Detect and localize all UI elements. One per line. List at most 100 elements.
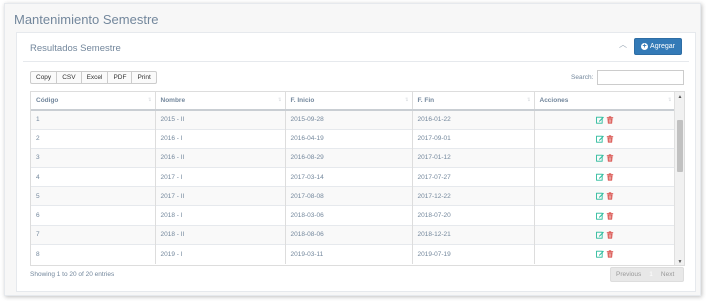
cell-inicio: 2019-03-11 <box>285 243 413 264</box>
table-info: Showing 1 to 20 of 20 entries <box>30 271 115 278</box>
column-header-label: F. Inicio <box>290 97 315 104</box>
edit-icon[interactable] <box>595 154 604 162</box>
cell-codigo: 3 <box>31 147 156 168</box>
edit-icon[interactable] <box>595 231 604 239</box>
column-header-nombre[interactable]: Nombre ↑↓ <box>155 92 286 111</box>
results-panel: Resultados Semestre ︿ + Agregar Copy CSV… <box>16 32 696 292</box>
scroll-down-arrow-icon[interactable]: ▼ <box>675 257 684 265</box>
cell-codigo: 8 <box>31 243 156 264</box>
cell-inicio: 2016-04-19 <box>285 128 413 149</box>
trash-icon[interactable] <box>606 116 614 124</box>
cell-codigo: 2 <box>31 128 156 149</box>
column-header-fin[interactable]: F. Fin ↑↓ <box>412 92 535 111</box>
trash-icon[interactable] <box>606 192 614 201</box>
table-row: 6 2018 - I 2018-03-06 2018-07-20 <box>31 205 676 226</box>
table-header-row: Código ↑↓ Nombre ↑↓ F. Inicio ↑↓ F. Fin ↑↓ A… <box>31 92 676 111</box>
edit-icon[interactable] <box>595 116 604 124</box>
vertical-scrollbar[interactable]: ▲ ▼ <box>674 92 684 265</box>
cell-codigo: 7 <box>31 224 156 245</box>
cell-nombre: 2015 - II <box>155 109 286 130</box>
cell-inicio: 2017-03-14 <box>285 167 413 187</box>
cell-inicio: 2016-08-29 <box>285 147 413 168</box>
cell-fin: 2016-01-22 <box>412 109 535 130</box>
csv-button[interactable]: CSV <box>56 71 82 84</box>
cell-fin: 2017-07-27 <box>412 167 535 187</box>
edit-icon[interactable] <box>595 212 604 220</box>
edit-icon[interactable] <box>595 135 604 143</box>
table-row: 1 2015 - II 2015-09-28 2016-01-22 <box>31 109 676 130</box>
sort-icon: ↑↓ <box>147 97 152 103</box>
search-label: Search: <box>571 74 594 81</box>
column-header-label: Código <box>36 97 59 104</box>
cell-inicio: 2018-08-06 <box>285 224 413 245</box>
cell-acciones <box>534 147 676 168</box>
cell-nombre: 2017 - II <box>155 186 286 206</box>
trash-icon[interactable] <box>606 173 614 181</box>
table-row: 7 2018 - II 2018-08-06 2018-12-21 <box>31 224 676 245</box>
sort-icon: ↑↓ <box>277 97 282 103</box>
cell-acciones <box>534 224 676 245</box>
edit-icon[interactable] <box>595 173 604 181</box>
column-header-label: Acciones <box>539 97 569 104</box>
trash-icon[interactable] <box>606 211 614 220</box>
cell-fin: 2018-07-20 <box>412 205 535 226</box>
cell-fin: 2018-12-21 <box>412 224 535 245</box>
search-input[interactable] <box>597 70 684 85</box>
cell-inicio: 2018-03-06 <box>285 205 413 226</box>
sort-icon: ↑↓ <box>526 97 531 103</box>
trash-icon[interactable] <box>606 250 614 258</box>
cell-fin: 2017-09-01 <box>412 128 535 149</box>
table-row: 8 2019 - I 2019-03-11 2019-07-19 <box>31 243 676 264</box>
edit-icon[interactable] <box>595 250 604 258</box>
add-button-label: Agregar <box>650 43 675 50</box>
trash-icon[interactable] <box>606 154 614 162</box>
add-button[interactable]: + Agregar <box>634 38 682 55</box>
next-button[interactable]: Next <box>656 268 679 281</box>
cell-codigo: 5 <box>31 186 156 206</box>
scroll-thumb[interactable] <box>677 120 683 172</box>
page-title: Mantenimiento Semestre <box>14 12 159 27</box>
cell-fin: 2017-01-12 <box>412 147 535 168</box>
table-row: 2 2016 - I 2016-04-19 2017-09-01 <box>31 128 676 149</box>
cell-acciones <box>534 128 676 149</box>
cell-acciones <box>534 167 676 187</box>
cell-acciones <box>534 205 676 226</box>
export-buttons: Copy CSV Excel PDF Print <box>30 71 157 84</box>
cell-inicio: 2015-09-28 <box>285 109 413 130</box>
column-header-inicio[interactable]: F. Inicio ↑↓ <box>285 92 413 111</box>
cell-nombre: 2018 - I <box>155 205 286 226</box>
cell-acciones <box>534 186 676 206</box>
copy-button[interactable]: Copy <box>30 71 58 84</box>
pdf-button[interactable]: PDF <box>107 71 133 84</box>
cell-nombre: 2018 - II <box>155 224 286 245</box>
cell-nombre: 2017 - I <box>155 167 286 187</box>
page-frame: Mantenimiento Semestre Resultados Semest… <box>4 3 701 296</box>
cell-inicio: 2017-08-08 <box>285 186 413 206</box>
edit-icon[interactable] <box>595 192 604 200</box>
trash-icon[interactable] <box>606 231 614 239</box>
print-button[interactable]: Print <box>131 71 157 84</box>
table-row: 3 2016 - II 2016-08-29 2017-01-12 <box>31 147 676 168</box>
cell-nombre: 2019 - I <box>155 243 286 264</box>
trash-icon[interactable] <box>606 135 614 143</box>
table-row: 4 2017 - I 2017-03-14 2017-07-27 <box>31 167 676 187</box>
chevron-up-icon[interactable]: ︿ <box>618 40 628 50</box>
page-button-1[interactable]: 1 <box>646 268 656 281</box>
column-header-codigo[interactable]: Código ↑↓ <box>31 92 156 111</box>
cell-fin: 2019-07-19 <box>412 243 535 264</box>
cell-acciones <box>534 243 676 264</box>
sort-icon: ↑↓ <box>667 97 672 103</box>
cell-nombre: 2016 - I <box>155 128 286 149</box>
previous-button[interactable]: Previous <box>611 268 646 281</box>
excel-button[interactable]: Excel <box>80 71 109 84</box>
cell-codigo: 6 <box>31 205 156 226</box>
cell-fin: 2017-12-22 <box>412 186 535 206</box>
scroll-up-arrow-icon[interactable]: ▲ <box>675 92 684 102</box>
sort-icon: ↑↓ <box>404 97 409 103</box>
column-header-acciones[interactable]: Acciones ↑↓ <box>534 92 676 111</box>
data-table-container: Código ↑↓ Nombre ↑↓ F. Inicio ↑↓ F. Fin ↑↓ A… <box>30 91 685 266</box>
cell-codigo: 1 <box>31 109 156 130</box>
pagination: Previous 1 Next <box>610 267 684 282</box>
panel-title: Resultados Semestre <box>30 43 121 54</box>
cell-codigo: 4 <box>31 167 156 187</box>
